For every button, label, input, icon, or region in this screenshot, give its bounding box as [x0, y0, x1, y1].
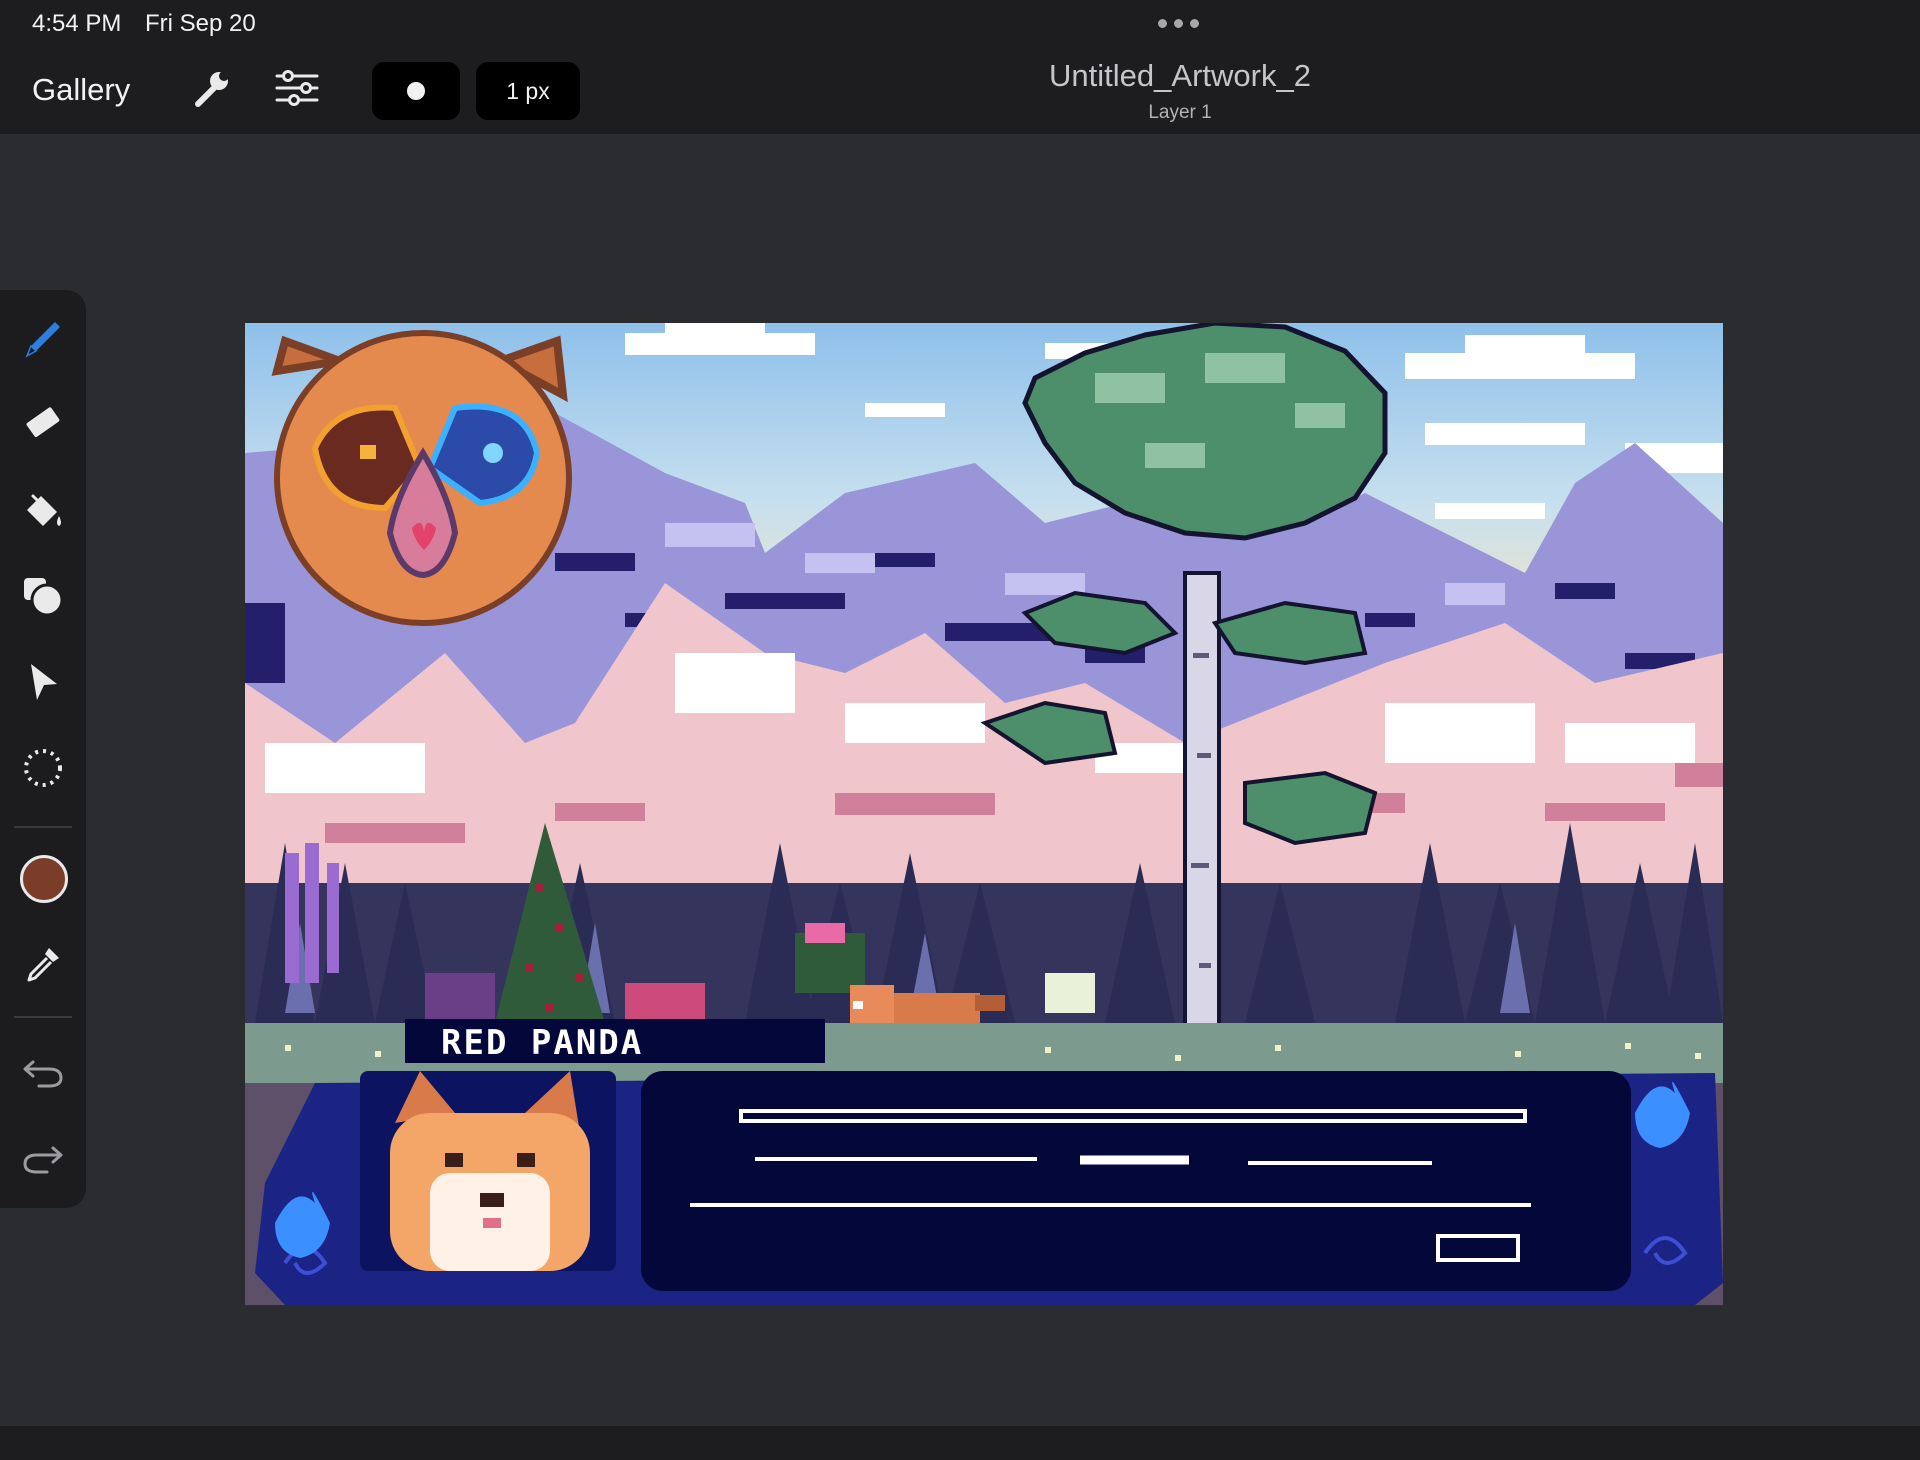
undo-icon[interactable] [19, 1046, 67, 1094]
sliders-icon[interactable] [274, 66, 320, 112]
eyedropper-icon[interactable] [19, 940, 67, 988]
color-swatch[interactable] [20, 855, 68, 903]
status-time: 4:54 PM [32, 10, 122, 37]
panda-stats-badge [271, 330, 572, 626]
lasso-select-icon[interactable] [19, 744, 67, 792]
current-layer-label: Layer 1 [1148, 102, 1212, 123]
brush-dot-icon [407, 82, 425, 100]
brush-preview-button[interactable] [372, 62, 460, 120]
gallery-button[interactable]: Gallery [32, 72, 130, 108]
eraser-icon[interactable] [19, 400, 67, 448]
top-toolbar: Gallery 1 px Untitled_Artwork_2 Layer 1 [0, 44, 1920, 134]
wrench-icon[interactable] [188, 66, 234, 112]
tool-rail [0, 290, 86, 1208]
nameplate-text: RED PANDA [441, 1023, 643, 1063]
brush-size-button[interactable]: 1 px [476, 62, 580, 120]
brush-icon[interactable] [19, 314, 67, 362]
pixel-art-scene: RED PANDA [245, 323, 1723, 1305]
status-bar: 4:54 PM Fri Sep 20 [0, 0, 1920, 44]
brush-size-label: 1 px [506, 78, 550, 104]
multitasking-dots-icon[interactable] [1158, 19, 1199, 28]
document-title[interactable]: Untitled_Artwork_2 [940, 58, 1420, 94]
fill-bucket-icon[interactable] [19, 486, 67, 534]
bottom-bar [0, 1426, 1920, 1460]
status-date: Fri Sep 20 [145, 10, 256, 37]
artwork-canvas[interactable]: RED PANDA [245, 323, 1723, 1305]
shapes-icon[interactable] [19, 572, 67, 620]
lupin-flowers [285, 843, 339, 983]
rail-divider [14, 826, 72, 828]
birch-trunk [1183, 571, 1221, 1055]
arrow-cursor-icon[interactable] [19, 658, 67, 706]
rail-divider [14, 1016, 72, 1018]
redo-icon[interactable] [19, 1132, 67, 1180]
